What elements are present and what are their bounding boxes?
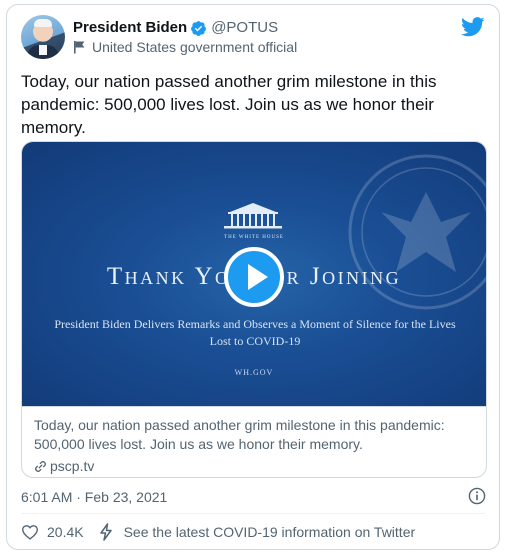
bolt-icon <box>99 523 112 541</box>
heart-icon[interactable] <box>21 523 39 541</box>
tweet-timestamp[interactable]: 6:01 AM · Feb 23, 2021 <box>21 488 167 506</box>
author-display-name[interactable]: President Biden <box>73 18 187 38</box>
white-house-icon <box>224 203 282 229</box>
play-button[interactable] <box>224 247 284 307</box>
avatar[interactable] <box>21 15 65 59</box>
author-name-line: President Biden @POTUS <box>73 18 278 38</box>
info-icon[interactable] <box>468 487 486 505</box>
play-icon <box>248 264 268 290</box>
link-card-body[interactable]: Today, our nation passed another grim mi… <box>22 406 486 477</box>
twitter-bird-icon[interactable] <box>461 17 485 37</box>
video-thumbnail[interactable]: THE WHITE HOUSE Thank You For Joining Pr… <box>22 142 486 406</box>
tweet-actions: 20.4K See the latest COVID-19 informatio… <box>21 523 415 541</box>
link-icon <box>35 460 46 472</box>
card-description: Today, our nation passed another grim mi… <box>34 417 445 452</box>
covid-info-link[interactable]: See the latest COVID-19 information on T… <box>124 524 416 540</box>
tweet-card: President Biden @POTUS United States gov… <box>6 4 500 550</box>
card-link-domain[interactable]: pscp.tv <box>50 457 94 475</box>
white-house-caption: THE WHITE HOUSE <box>224 235 284 240</box>
flag-icon <box>74 41 85 54</box>
verified-badge-icon <box>191 20 207 36</box>
tweet-text: Today, our nation passed another grim mi… <box>21 72 437 137</box>
government-label: United States government official <box>73 38 297 56</box>
author-handle[interactable]: @POTUS <box>211 18 278 38</box>
media-card[interactable]: THE WHITE HOUSE Thank You For Joining Pr… <box>21 141 487 478</box>
media-subtitle: President Biden Delivers Remarks and Obs… <box>54 317 456 348</box>
media-domain: WH.GOV <box>234 368 274 377</box>
divider <box>21 513 485 514</box>
government-label-text: United States government official <box>92 39 298 55</box>
card-link[interactable]: pscp.tv <box>34 457 476 475</box>
like-count[interactable]: 20.4K <box>47 524 84 540</box>
